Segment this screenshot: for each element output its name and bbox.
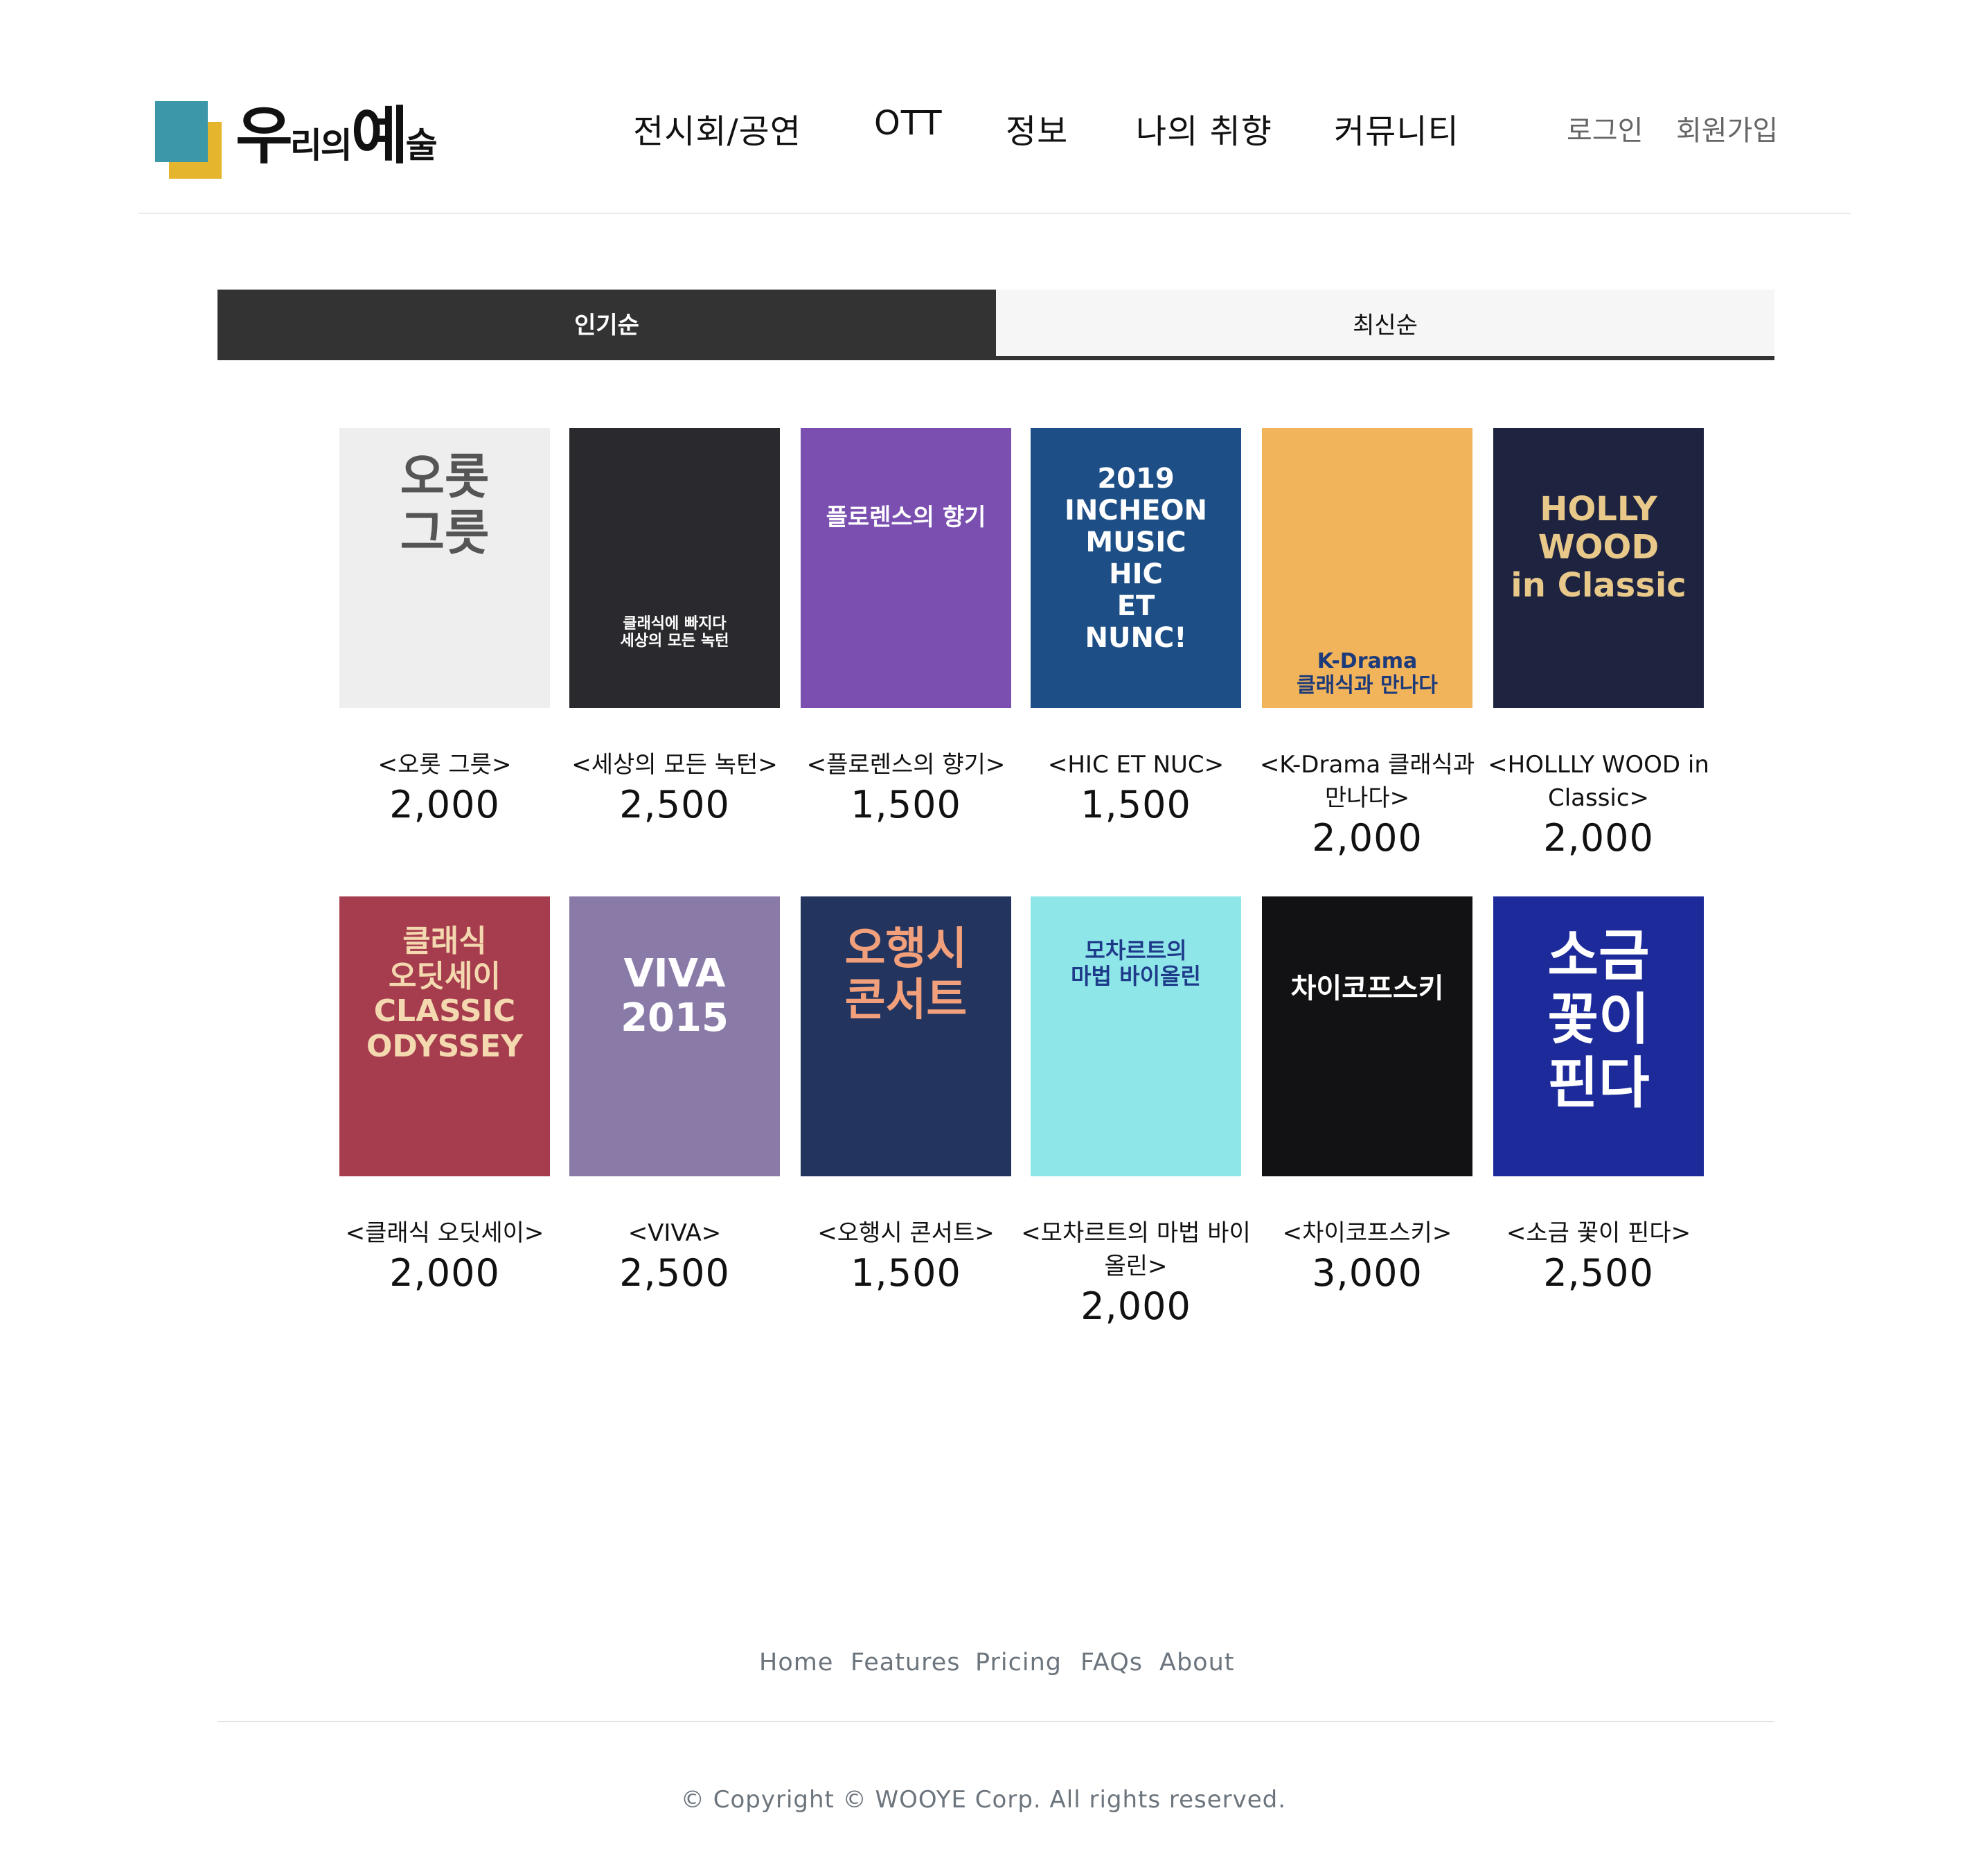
product-price: 1,500 bbox=[851, 783, 961, 826]
footer-link-faqs[interactable]: FAQs bbox=[1080, 1649, 1143, 1676]
site-header: 우리의예술 전시회/공연 OTT 정보 나의 취향 커뮤니티 로그인 회원가입 bbox=[0, 0, 1967, 214]
product-poster[interactable]: 오행시 콘서트 bbox=[801, 896, 1011, 1176]
product-title[interactable]: <HOLLLY WOOD in Classic> bbox=[1481, 748, 1716, 815]
product-title[interactable]: <클래식 오딧세이> bbox=[327, 1216, 562, 1250]
product-price: 2,500 bbox=[619, 783, 730, 826]
product-title[interactable]: <오행시 콘서트> bbox=[788, 1216, 1024, 1250]
poster-artwork-text: HOLLY WOOD in Classic bbox=[1511, 490, 1686, 605]
product-poster[interactable]: HOLLY WOOD in Classic bbox=[1493, 428, 1704, 708]
nav-item-ott[interactable]: OTT bbox=[874, 104, 943, 143]
product-price: 2,500 bbox=[619, 1251, 730, 1295]
sort-tabs: 인기순 최신순 bbox=[217, 290, 1774, 360]
footer-nav: Home Features Pricing FAQs About bbox=[0, 1649, 1967, 1690]
poster-artwork-text: VIVA 2015 bbox=[621, 951, 729, 1041]
product-poster[interactable]: 2019 INCHEON MUSIC HIC ET NUNC! bbox=[1031, 428, 1241, 708]
product-title[interactable]: <오롯 그릇> bbox=[327, 748, 562, 781]
tab-latest[interactable]: 최신순 bbox=[996, 290, 1774, 356]
nav-item-community[interactable]: 커뮤니티 bbox=[1334, 104, 1459, 152]
footer-link-pricing[interactable]: Pricing bbox=[975, 1649, 1062, 1676]
product-poster[interactable]: 소금 꽃이 핀다 bbox=[1493, 896, 1704, 1176]
product-price: 2,500 bbox=[1543, 1251, 1654, 1295]
header-divider bbox=[139, 213, 1851, 214]
poster-artwork-text: 차이코프스키 bbox=[1290, 973, 1444, 1005]
product-poster[interactable]: K-Drama 클래식과 만나다 bbox=[1262, 428, 1472, 708]
product-poster[interactable]: 모차르트의 마법 바이올린 bbox=[1031, 896, 1241, 1176]
site-logo[interactable]: 우리의예술 bbox=[155, 101, 446, 184]
poster-artwork-text: 오롯 그릇 bbox=[400, 448, 490, 561]
product-price: 2,000 bbox=[1543, 816, 1654, 860]
footer-link-home[interactable]: Home bbox=[759, 1649, 833, 1676]
nav-item-info[interactable]: 정보 bbox=[1006, 104, 1068, 152]
poster-artwork-text: 오행시 콘서트 bbox=[844, 923, 968, 1026]
poster-artwork-text: 2019 INCHEON MUSIC HIC ET NUNC! bbox=[1065, 463, 1207, 654]
tabs-underline bbox=[217, 356, 1774, 360]
logo-mark-icon bbox=[155, 101, 222, 179]
footer-divider bbox=[217, 1721, 1774, 1722]
product-title[interactable]: <HIC ET NUC> bbox=[1018, 748, 1254, 781]
signup-link[interactable]: 회원가입 bbox=[1676, 108, 1778, 148]
product-title[interactable]: <소금 꽃이 핀다> bbox=[1481, 1216, 1716, 1250]
footer-link-features[interactable]: Features bbox=[851, 1649, 961, 1676]
login-link[interactable]: 로그인 bbox=[1567, 108, 1643, 148]
product-title[interactable]: <차이코프스키> bbox=[1249, 1216, 1485, 1250]
poster-artwork-text: 소금 꽃이 핀다 bbox=[1547, 923, 1650, 1115]
product-price: 2,000 bbox=[1080, 1284, 1191, 1328]
logo-wordmark: 우리의예술 bbox=[235, 100, 438, 172]
poster-artwork-text: 플로렌스의 향기 bbox=[826, 504, 986, 531]
product-title[interactable]: <모차르트의 마법 바이올린> bbox=[1018, 1216, 1254, 1283]
nav-item-taste[interactable]: 나의 취향 bbox=[1136, 104, 1272, 152]
product-poster[interactable]: 클래식 오딧세이 CLASSIC ODYSSEY bbox=[339, 896, 550, 1176]
copyright-text: © Copyright © WOOYE Corp. All rights res… bbox=[680, 1786, 1287, 1814]
footer-link-about[interactable]: About bbox=[1159, 1649, 1234, 1676]
product-poster[interactable]: 클래식에 빠지다 세상의 모든 녹턴 bbox=[569, 428, 780, 708]
nav-item-exhibition[interactable]: 전시회/공연 bbox=[633, 104, 801, 152]
product-title[interactable]: <VIVA> bbox=[557, 1216, 792, 1250]
poster-artwork-text: 클래식에 빠지다 세상의 모든 녹턴 bbox=[620, 615, 729, 651]
product-price: 2,000 bbox=[389, 783, 500, 826]
product-price: 1,500 bbox=[1080, 783, 1191, 826]
product-title[interactable]: <플로렌스의 향기> bbox=[788, 748, 1024, 781]
product-poster[interactable]: 플로렌스의 향기 bbox=[801, 428, 1011, 708]
product-price: 3,000 bbox=[1312, 1251, 1423, 1295]
product-title[interactable]: <K-Drama 클래식과 만나다> bbox=[1249, 748, 1485, 815]
tab-popular[interactable]: 인기순 bbox=[217, 290, 996, 356]
poster-artwork-text: 클래식 오딧세이 CLASSIC ODYSSEY bbox=[366, 923, 523, 1064]
product-price: 2,000 bbox=[389, 1251, 500, 1295]
product-title[interactable]: <세상의 모든 녹턴> bbox=[557, 748, 792, 781]
product-price: 2,000 bbox=[1312, 816, 1423, 860]
poster-artwork-text: K-Drama 클래식과 만나다 bbox=[1297, 649, 1438, 698]
product-price: 1,500 bbox=[851, 1251, 961, 1295]
poster-artwork-text: 모차르트의 마법 바이올린 bbox=[1071, 937, 1201, 989]
product-poster[interactable]: VIVA 2015 bbox=[569, 896, 780, 1176]
product-poster[interactable]: 차이코프스키 bbox=[1262, 896, 1472, 1176]
product-poster[interactable]: 오롯 그릇 bbox=[339, 428, 550, 708]
